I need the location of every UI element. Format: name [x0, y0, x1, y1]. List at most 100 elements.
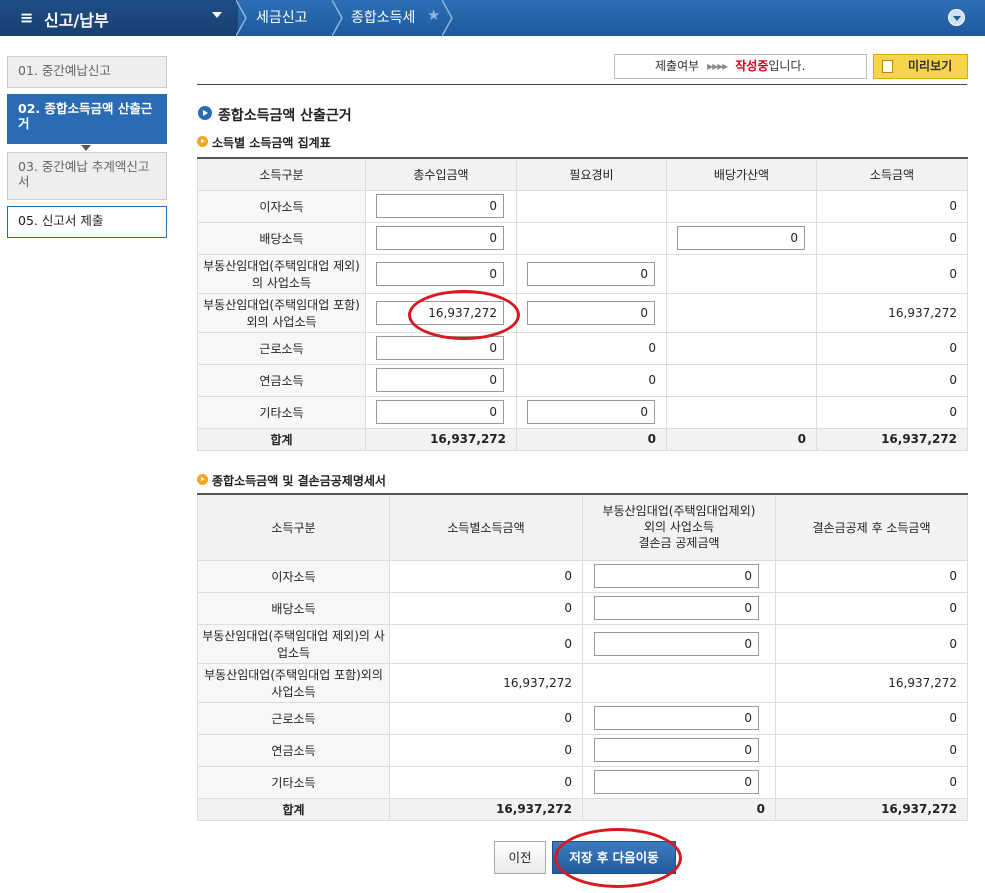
- deduction-input[interactable]: 0: [594, 596, 759, 620]
- table-row: 부동산임대업(주택임대업 제외)의 사업소득 0 0 0: [197, 623, 968, 664]
- income-value: 16,937,272: [389, 662, 583, 703]
- table-row: 연금소득 0 0 0: [197, 363, 968, 397]
- revenue-input[interactable]: 0: [376, 400, 504, 424]
- expense-value: 0: [516, 331, 667, 365]
- dividend-input[interactable]: 0: [677, 226, 805, 250]
- status-state: 작성중: [735, 59, 769, 73]
- previous-button[interactable]: 이전: [494, 841, 546, 874]
- revenue-input[interactable]: 0: [376, 336, 504, 360]
- col-header: 소득구분: [197, 157, 366, 191]
- preview-label: 미리보기: [908, 59, 953, 73]
- income-value: 0: [389, 701, 583, 735]
- deduction-input[interactable]: 0: [594, 564, 759, 588]
- row-label: 근로소득: [197, 701, 390, 735]
- col-header: 소득구분: [197, 493, 390, 561]
- breadcrumb-tax-filing[interactable]: 세금신고: [240, 0, 336, 36]
- row-label: 부동산임대업(주택임대업 제외)의 사업소득: [197, 623, 390, 664]
- table-row: 기타소득 0 0 0: [197, 395, 968, 429]
- table-row: 이자소득 0 0: [197, 189, 968, 223]
- col-header: 총수입금액: [365, 157, 517, 191]
- step-03[interactable]: 03. 중간예납 추계액신고서: [7, 152, 167, 200]
- row-label: 연금소득: [197, 363, 366, 397]
- breadcrumb-separator-icon: [442, 0, 453, 36]
- bullet-icon: [197, 474, 208, 485]
- income-value: 0: [389, 623, 583, 664]
- step-arrow-icon: [81, 145, 91, 151]
- table-row: 근로소득 0 0 0: [197, 331, 968, 365]
- sum-dividend: 0: [666, 427, 817, 451]
- table-row: 연금소득 0 0 0: [197, 733, 968, 767]
- sum-row: 합계 16,937,272 0 0 16,937,272: [197, 427, 968, 451]
- step-02-current[interactable]: 02. 종합소득금액 산출근거: [7, 94, 167, 144]
- income-value: 0: [389, 559, 583, 593]
- expense-input[interactable]: 0: [527, 261, 655, 286]
- arrow-circle-icon: [198, 106, 212, 120]
- income-value: 0: [816, 189, 968, 223]
- after-value: 0: [775, 623, 968, 664]
- table-row: 부동산임대업(주택임대업 포함)외의 사업소득 16,937,272 0 16,…: [197, 292, 968, 333]
- sum-income: 16,937,272: [389, 797, 583, 821]
- step-01[interactable]: 01. 중간예납신고: [7, 56, 167, 88]
- income-value: 0: [816, 363, 968, 397]
- income-value: 0: [389, 765, 583, 799]
- highlight-ellipse: [408, 290, 520, 340]
- sum-after: 16,937,272: [775, 797, 968, 821]
- table-row: 근로소득 0 0 0: [197, 701, 968, 735]
- table-row: 배당소득 0 0 0: [197, 591, 968, 625]
- after-value: 16,937,272: [775, 662, 968, 703]
- row-label: 부동산임대업(주택임대업 포함)외의 사업소득: [197, 662, 390, 703]
- menu-title: 신고/납부: [44, 11, 109, 30]
- col-header: 필요경비: [516, 157, 667, 191]
- row-label: 연금소득: [197, 733, 390, 767]
- expand-circle-icon[interactable]: [948, 9, 965, 26]
- col-header: 소득별소득금액: [389, 493, 583, 561]
- col-header: 배당가산액: [666, 157, 817, 191]
- revenue-input[interactable]: 0: [376, 226, 504, 250]
- deduction-input[interactable]: 0: [594, 738, 759, 762]
- sum-row: 합계 16,937,272 0 16,937,272: [197, 797, 968, 821]
- hamburger-icon[interactable]: ≡: [20, 8, 33, 27]
- favorite-star-icon[interactable]: ★: [427, 6, 440, 24]
- clipped-header-text: …: [198, 62, 209, 70]
- row-label: 부동산임대업(주택임대업 제외)의 사업소득: [197, 253, 366, 294]
- expense-input[interactable]: 0: [527, 300, 655, 325]
- after-value: 0: [775, 733, 968, 767]
- row-label: 부동산임대업(주택임대업 포함)외의 사업소득: [197, 292, 366, 333]
- row-label: 기타소득: [197, 395, 366, 429]
- main-menu-button[interactable]: ≡ 신고/납부: [0, 0, 238, 36]
- bullet-icon: [197, 136, 208, 147]
- deduction-input[interactable]: 0: [594, 770, 759, 794]
- revenue-input[interactable]: 0: [376, 261, 504, 286]
- income-value: 16,937,272: [816, 292, 968, 333]
- expense-input[interactable]: 0: [527, 400, 655, 424]
- col-header: 부동산임대업(주택임대업제외) 외의 사업소득 결손금 공제금액: [582, 493, 776, 561]
- deduction-input[interactable]: 0: [594, 706, 759, 730]
- chevron-down-icon[interactable]: [212, 12, 222, 18]
- revenue-input[interactable]: 0: [376, 194, 504, 218]
- table1-title: 소득별 소득금액 집계표: [212, 136, 331, 150]
- row-label: 근로소득: [197, 331, 366, 365]
- revenue-input[interactable]: 0: [376, 368, 504, 392]
- col-header: 결손금공제 후 소득금액: [775, 493, 968, 561]
- deficit-deduction-table: 소득구분 소득별소득금액 부동산임대업(주택임대업제외) 외의 사업소득 결손금…: [197, 493, 968, 821]
- preview-button[interactable]: 미리보기: [873, 54, 968, 79]
- income-summary-table: 소득구분 총수입금액 필요경비 배당가산액 소득금액 이자소득 0 0 배당소득…: [197, 157, 968, 451]
- row-label: 이자소득: [197, 189, 366, 223]
- row-label: 배당소득: [197, 591, 390, 625]
- income-value: 0: [816, 395, 968, 429]
- sum-income: 16,937,272: [816, 427, 968, 451]
- sum-expense: 0: [516, 427, 667, 451]
- highlight-ellipse: [554, 828, 682, 888]
- submission-status: 제출여부 ▸▸▸▸ 작성중입니다.: [614, 54, 867, 79]
- step-05[interactable]: 05. 신고서 제출: [7, 206, 167, 238]
- sum-revenue: 16,937,272: [365, 427, 517, 451]
- after-value: 0: [775, 701, 968, 735]
- income-value: 0: [816, 331, 968, 365]
- table-row: 배당소득 0 0 0: [197, 221, 968, 255]
- deduction-input[interactable]: 0: [594, 631, 759, 656]
- status-suffix: 입니다.: [768, 59, 806, 73]
- table-row: 부동산임대업(주택임대업 제외)의 사업소득 0 0 0: [197, 253, 968, 294]
- row-label: 이자소득: [197, 559, 390, 593]
- table2-title: 종합소득금액 및 결손금공제명세서: [212, 474, 386, 488]
- table-row: 기타소득 0 0 0: [197, 765, 968, 799]
